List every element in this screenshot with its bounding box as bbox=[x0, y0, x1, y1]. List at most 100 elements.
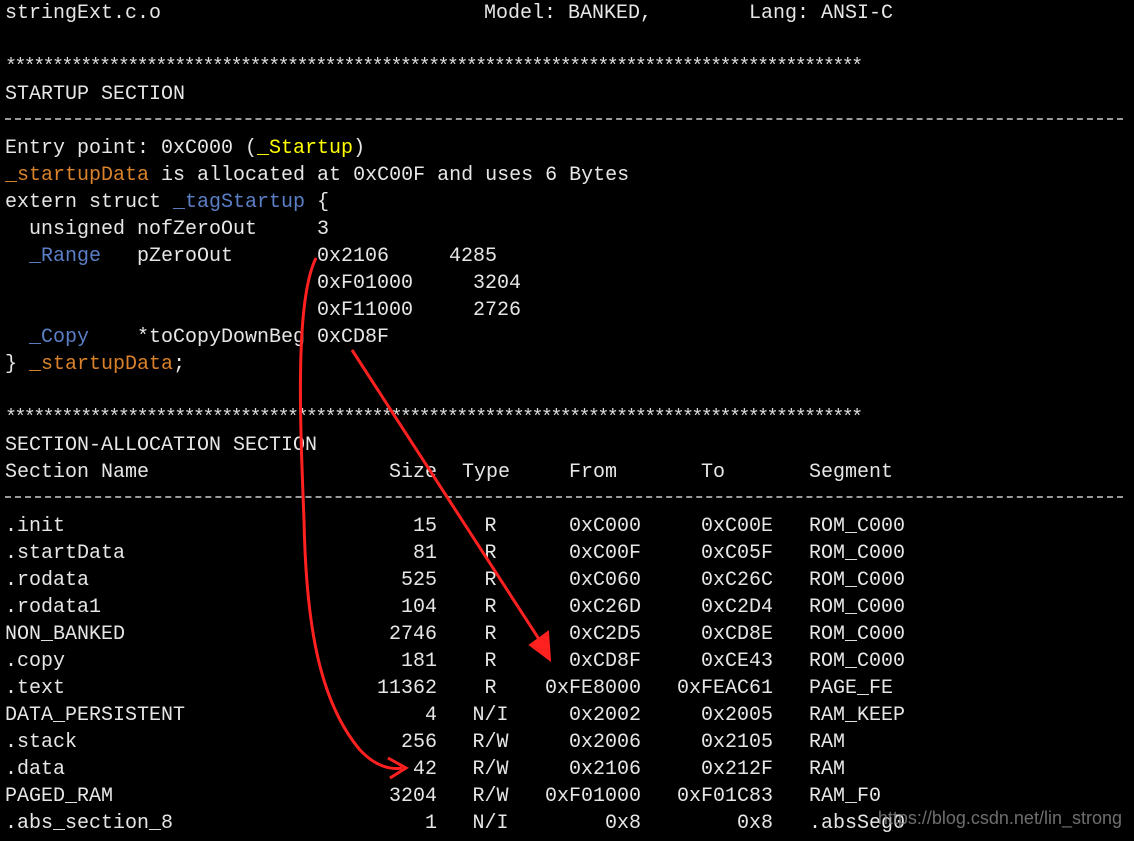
struct-tag: _tagStartup bbox=[173, 191, 306, 214]
section-size: 81 bbox=[412, 542, 437, 565]
section-type: R bbox=[484, 650, 497, 673]
close-brace: } bbox=[5, 353, 18, 376]
table-header: Section Name Size Type From To Segment bbox=[0, 459, 1134, 486]
section-to: 0xC05F bbox=[700, 542, 773, 565]
section-to: 0xC26C bbox=[700, 569, 773, 592]
section-type: R bbox=[484, 515, 497, 538]
section-from: 0xC000 bbox=[568, 515, 641, 538]
range-size: 4285 bbox=[448, 245, 497, 268]
section-to: 0xFEAC61 bbox=[676, 677, 773, 700]
startup-data-symbol: _startupData bbox=[5, 164, 150, 187]
model-label: Model: BANKED, bbox=[484, 2, 653, 25]
field1-type: unsigned bbox=[29, 218, 126, 241]
section-from: 0x2106 bbox=[568, 758, 641, 781]
entry-point-prefix: Entry point: 0xC000 ( bbox=[5, 137, 258, 160]
section-type: R bbox=[484, 677, 497, 700]
section-type: R bbox=[484, 596, 497, 619]
column-header-from: From bbox=[569, 461, 618, 484]
section-size: 11362 bbox=[376, 677, 437, 700]
section-name: .rodata bbox=[5, 569, 90, 592]
section-name: PAGED_RAM bbox=[5, 785, 114, 808]
field3-type: _Copy bbox=[29, 326, 90, 349]
table-row: .rodata 525 R 0xC060 0xC26C ROM_C000 bbox=[0, 567, 1134, 594]
section-segment: RAM bbox=[809, 758, 846, 781]
section-segment: ROM_C000 bbox=[809, 596, 906, 619]
section-size: 3204 bbox=[388, 785, 437, 808]
table-row: .text 11362 R 0xFE8000 0xFEAC61 PAGE_FE bbox=[0, 675, 1134, 702]
section-name: .copy bbox=[5, 650, 66, 673]
file-name: stringExt.c.o bbox=[5, 2, 162, 25]
section-name: .rodata1 bbox=[5, 596, 102, 619]
section-to: 0x212F bbox=[700, 758, 773, 781]
table-row: .stack 256 R/W 0x2006 0x2105 RAM bbox=[0, 729, 1134, 756]
section-segment: PAGE_FE bbox=[809, 677, 894, 700]
allocation-section-title: SECTION-ALLOCATION SECTION bbox=[5, 434, 318, 457]
alloc-text: is allocated at 0xC00F and uses 6 Bytes bbox=[149, 164, 630, 187]
section-segment: ROM_C000 bbox=[809, 623, 906, 646]
table-row: .rodata1 104 R 0xC26D 0xC2D4 ROM_C000 bbox=[0, 594, 1134, 621]
field2-type: _Range bbox=[29, 245, 102, 268]
section-to: 0xC2D4 bbox=[700, 596, 773, 619]
table-row: .data 42 R/W 0x2106 0x212F RAM bbox=[0, 756, 1134, 783]
section-segment: ROM_C000 bbox=[809, 650, 906, 673]
section-segment: ROM_C000 bbox=[809, 515, 906, 538]
section-from: 0xC00F bbox=[568, 542, 641, 565]
table-row: PAGED_RAM 3204 R/W 0xF01000 0xF01C83 RAM_F0 bbox=[0, 783, 1134, 810]
section-to: 0x8 bbox=[736, 812, 773, 835]
section-type: R bbox=[484, 542, 497, 565]
range-size: 2726 bbox=[472, 299, 521, 322]
extern-prefix: extern struct bbox=[5, 191, 174, 214]
section-to: 0xCE43 bbox=[700, 650, 773, 673]
section-name: .data bbox=[5, 758, 66, 781]
entry-point-suffix: ) bbox=[353, 137, 366, 160]
section-name: .abs_section_8 bbox=[5, 812, 174, 835]
section-segment: RAM_F0 bbox=[809, 785, 882, 808]
section-type: N/I bbox=[472, 704, 509, 727]
section-segment: RAM bbox=[809, 731, 846, 754]
table-row: DATA_PERSISTENT 4 N/I 0x2002 0x2005 RAM_KEEP bbox=[0, 702, 1134, 729]
section-from: 0xC2D5 bbox=[568, 623, 641, 646]
section-name: .init bbox=[5, 515, 66, 538]
entry-point-line: Entry point: 0xC000 (_Startup) bbox=[5, 135, 365, 162]
range-size: 3204 bbox=[472, 272, 521, 295]
section-type: R/W bbox=[472, 731, 509, 754]
struct-close-line: } _startupData; bbox=[5, 351, 185, 378]
section-from: 0xF01000 bbox=[544, 785, 641, 808]
field3-value: 0xCD8F bbox=[317, 326, 390, 349]
section-size: 104 bbox=[400, 596, 437, 619]
section-from: 0xC26D bbox=[568, 596, 641, 619]
section-to: 0x2005 bbox=[700, 704, 773, 727]
range-addr: 0xF11000 bbox=[317, 299, 414, 322]
section-name: .stack bbox=[5, 731, 78, 754]
section-name: DATA_PERSISTENT bbox=[5, 704, 186, 727]
column-header-type: Type bbox=[462, 461, 511, 484]
section-from: 0xFE8000 bbox=[544, 677, 641, 700]
section-size: 15 bbox=[412, 515, 437, 538]
field1-name: nofZeroOut bbox=[137, 218, 258, 241]
section-to: 0x2105 bbox=[700, 731, 773, 754]
field3-name: *toCopyDownBeg bbox=[137, 326, 306, 349]
section-to: 0xC00E bbox=[700, 515, 773, 538]
section-to: 0xCD8E bbox=[700, 623, 773, 646]
alloc-line: _startupData is allocated at 0xC00F and … bbox=[5, 162, 629, 189]
section-segment: RAM_KEEP bbox=[809, 704, 906, 727]
table-row: .copy 181 R 0xCD8F 0xCE43 ROM_C000 bbox=[0, 648, 1134, 675]
section-size: 42 bbox=[412, 758, 437, 781]
semicolon: ; bbox=[173, 353, 186, 376]
section-from: 0x2006 bbox=[568, 731, 641, 754]
section-type: R/W bbox=[472, 785, 509, 808]
section-size: 181 bbox=[400, 650, 437, 673]
star-separator: ****************************************… bbox=[5, 56, 863, 79]
column-header-segment: Segment bbox=[809, 461, 894, 484]
watermark: https://blog.csdn.net/lin_strong bbox=[877, 808, 1122, 828]
section-segment: ROM_C000 bbox=[809, 569, 906, 592]
range-addr: 0xF01000 bbox=[317, 272, 414, 295]
section-to: 0xF01C83 bbox=[676, 785, 773, 808]
column-header-size: Size bbox=[388, 461, 437, 484]
section-name: .startData bbox=[5, 542, 126, 565]
section-size: 1 bbox=[424, 812, 437, 835]
section-from: 0xCD8F bbox=[568, 650, 641, 673]
section-type: R bbox=[484, 569, 497, 592]
open-brace: { bbox=[305, 191, 330, 214]
section-size: 2746 bbox=[388, 623, 437, 646]
